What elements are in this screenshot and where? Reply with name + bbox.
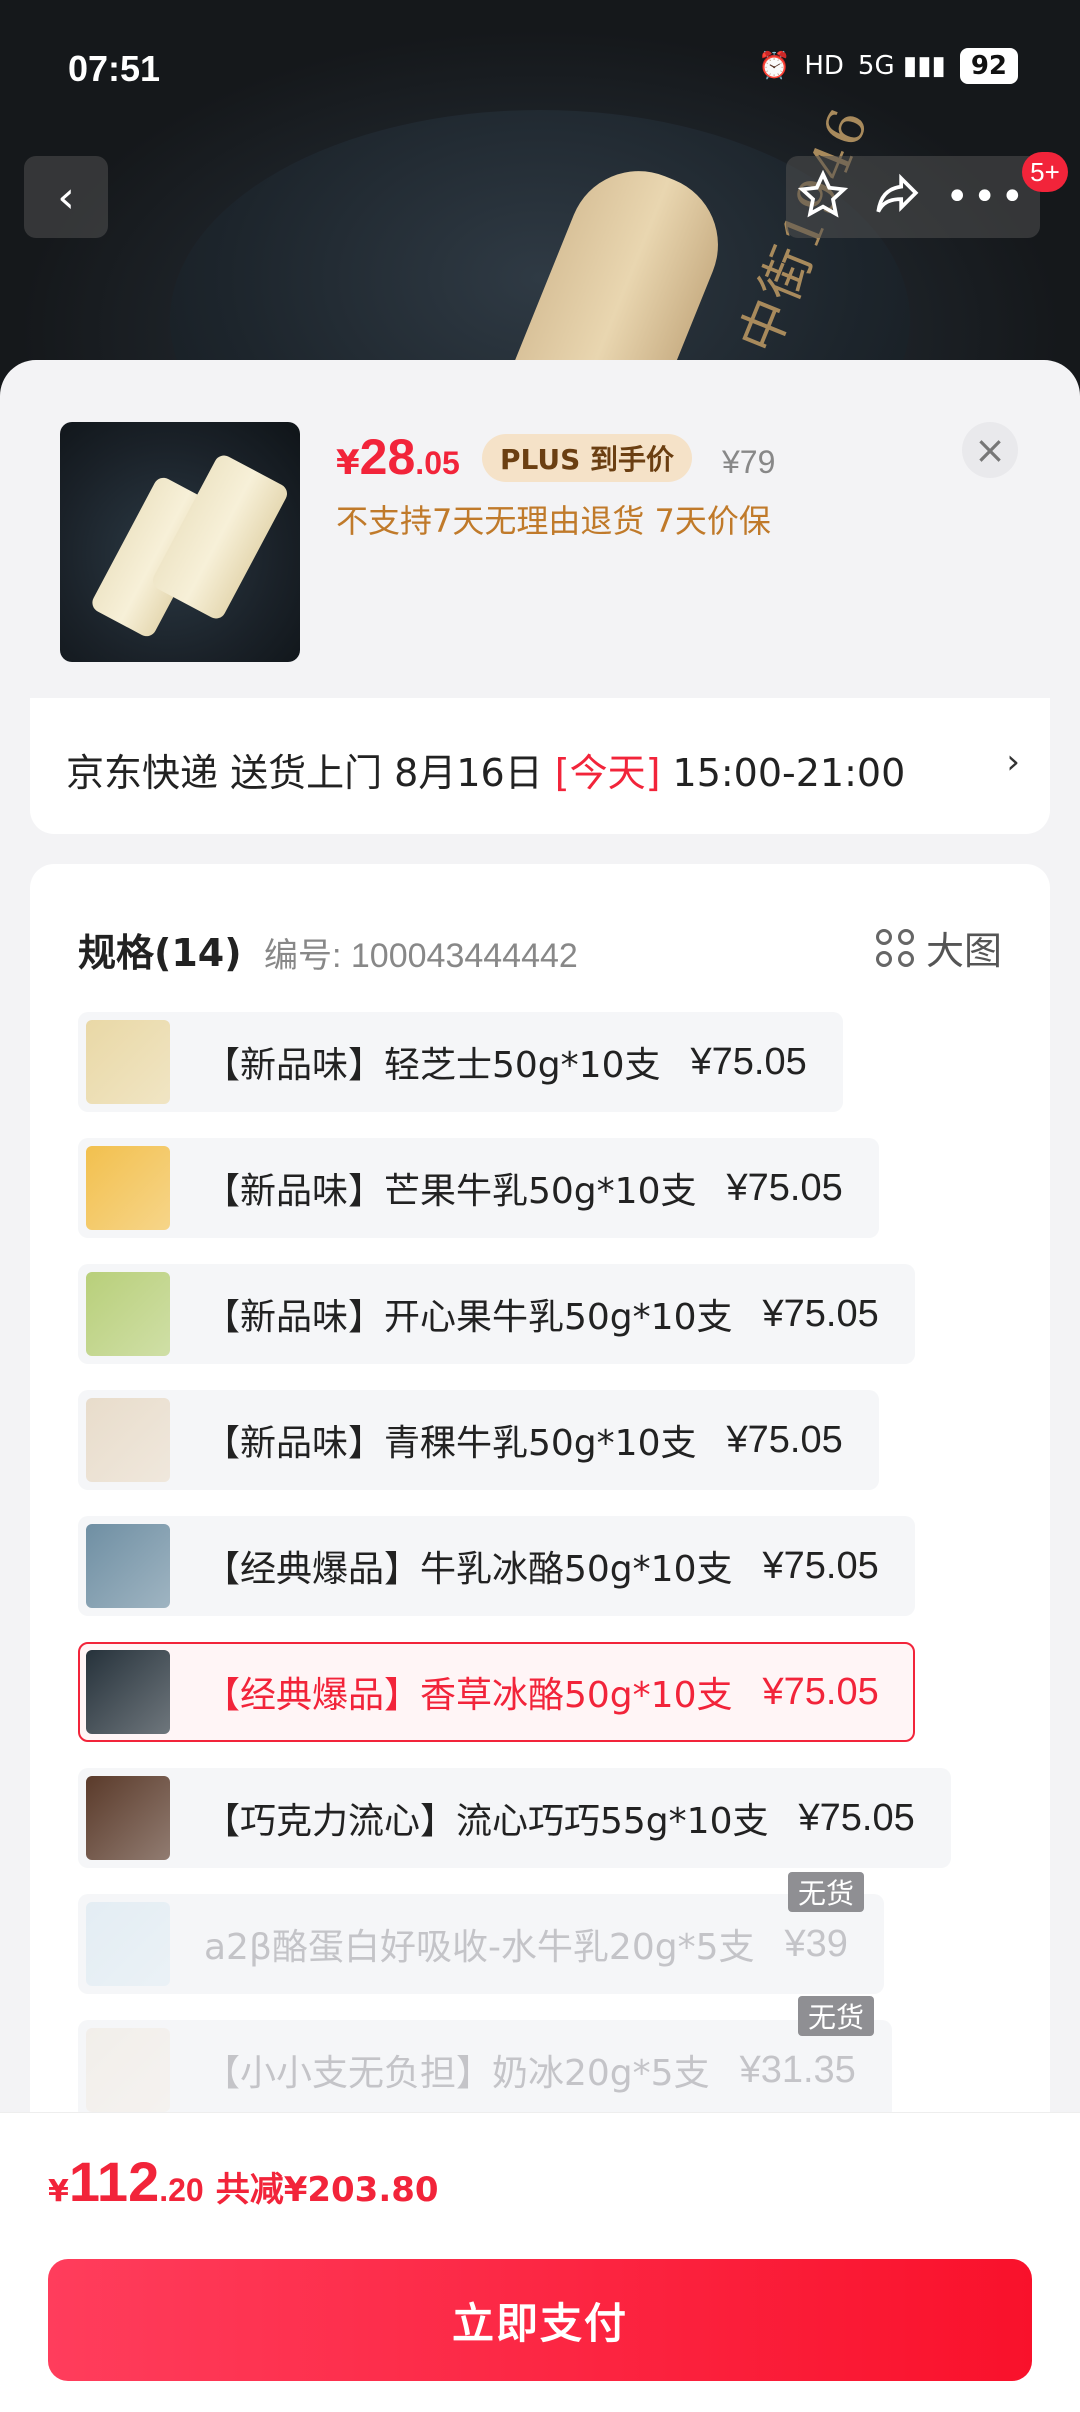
alarm-icon: ⏰ — [757, 51, 791, 81]
product-code: 编号: 100043444442 — [264, 937, 578, 975]
option-price: ¥75.05 — [798, 1796, 915, 1839]
out-of-stock-badge: 无货 — [798, 1996, 875, 2036]
option-price: ¥75.05 — [726, 1418, 843, 1461]
top-actions: ••• — [786, 156, 1040, 238]
option-price: ¥39 — [784, 1922, 848, 1965]
total-symbol: ¥ — [48, 2174, 69, 2209]
product-thumbnail[interactable] — [60, 422, 300, 662]
spec-option[interactable]: 【新品味】青稞牛乳50g*10支 ¥75.05 — [78, 1390, 879, 1490]
battery-icon: 92 — [959, 48, 1018, 84]
option-price: ¥75.05 — [762, 1544, 879, 1587]
option-thumbnail — [86, 1020, 170, 1104]
more-icon[interactable]: ••• — [945, 174, 1028, 220]
hd-icon: HD — [804, 51, 844, 81]
spec-option[interactable]: 【巧克力流心】流心巧巧55g*10支 ¥75.05 — [78, 1768, 951, 1868]
delivery-text: 京东快递 送货上门 8月16日 [今天] 15:00-21:00 — [66, 742, 905, 797]
spec-option-out-of-stock[interactable]: 【小小支无负担】奶冰20g*5支 ¥31.35 — [78, 2020, 892, 2116]
pay-now-button[interactable]: 立即支付 — [48, 2259, 1032, 2381]
spec-option-selected[interactable]: 【经典爆品】香草冰酪50g*10支 ¥75.05 — [78, 1642, 915, 1742]
option-thumbnail — [86, 1272, 170, 1356]
option-label: 【巧克力流心】流心巧巧55g*10支 — [204, 1801, 769, 1842]
star-icon[interactable] — [797, 169, 848, 224]
delivery-today: [今天] — [554, 751, 661, 795]
option-label: 【经典爆品】牛乳冰酪50g*10支 — [204, 1549, 733, 1590]
status-time: 07:51 — [68, 48, 161, 89]
option-thumbnail — [86, 1902, 170, 1986]
total-price: ¥ 112 .20 共减¥203.80 — [48, 2149, 439, 2214]
spec-option[interactable]: 【新品味】芒果牛乳50g*10支 ¥75.05 — [78, 1138, 879, 1238]
option-price: ¥31.35 — [739, 2048, 856, 2091]
option-thumbnail — [86, 1146, 170, 1230]
back-button[interactable]: ‹ — [24, 156, 108, 238]
spec-panel: 规格(14) 编号: 100043444442 大图 【新品味】轻芝士50g*1… — [30, 864, 1050, 2116]
option-thumbnail — [86, 1650, 170, 1734]
total-decimal: .20 — [159, 2172, 204, 2208]
checkout-footer: ¥ 112 .20 共减¥203.80 立即支付 — [0, 2112, 1080, 2412]
spec-option[interactable]: 【新品味】轻芝士50g*10支 ¥75.05 — [78, 1012, 843, 1112]
plus-price-badge: PLUS 到手价 — [482, 434, 693, 482]
signal-icon: 5G ▮▮▮ — [857, 51, 946, 81]
status-bar: 07:51 ⏰ HD 5G ▮▮▮ 92 — [0, 0, 1080, 130]
price-symbol: ¥ — [336, 443, 360, 483]
original-price: ¥79 — [722, 444, 776, 480]
product-price: ¥ 28 .05 — [336, 428, 460, 486]
option-thumbnail — [86, 1524, 170, 1608]
chevron-left-icon: ‹ — [57, 171, 75, 223]
option-label: 【新品味】芒果牛乳50g*10支 — [204, 1171, 697, 1212]
option-price: ¥75.05 — [690, 1040, 807, 1083]
big-image-toggle[interactable]: 大图 — [875, 920, 1002, 975]
total-integer: 112 — [68, 2150, 160, 2213]
option-label: 【新品味】轻芝士50g*10支 — [204, 1045, 661, 1086]
spec-option[interactable]: 【新品味】开心果牛乳50g*10支 ¥75.05 — [78, 1264, 915, 1364]
chevron-right-icon: › — [1006, 742, 1020, 782]
delivery-info[interactable]: 京东快递 送货上门 8月16日 [今天] 15:00-21:00 › — [30, 698, 1050, 834]
delivery-prefix: 京东快递 送货上门 8月16日 — [66, 751, 555, 795]
grid-icon — [875, 928, 914, 967]
option-thumbnail — [86, 1398, 170, 1482]
spec-option-out-of-stock[interactable]: a2β酪蛋白好吸收-水牛乳20g*5支 ¥39 — [78, 1894, 884, 1994]
big-image-label: 大图 — [925, 929, 1002, 973]
delivery-time: 15:00-21:00 — [660, 751, 906, 795]
price-decimal: .05 — [415, 445, 460, 481]
spec-title: 规格(14) — [78, 931, 242, 975]
option-label: 【经典爆品】香草冰酪50g*10支 — [204, 1675, 733, 1716]
option-label: a2β酪蛋白好吸收-水牛乳20g*5支 — [204, 1927, 755, 1968]
spec-option[interactable]: 【经典爆品】牛乳冰酪50g*10支 ¥75.05 — [78, 1516, 915, 1616]
status-icons: ⏰ HD 5G ▮▮▮ 92 — [758, 48, 1018, 84]
option-thumbnail — [86, 2028, 170, 2112]
return-policy-notice: 不支持7天无理由退货 7天价保 — [336, 502, 771, 540]
option-price: ¥75.05 — [762, 1292, 879, 1335]
share-icon[interactable] — [872, 170, 922, 224]
total-saving: 共减¥203.80 — [215, 2170, 439, 2210]
price-integer: 28 — [359, 429, 416, 485]
option-label: 【新品味】青稞牛乳50g*10支 — [204, 1423, 697, 1464]
option-label: 【小小支无负担】奶冰20g*5支 — [204, 2053, 710, 2094]
close-icon: × — [974, 428, 1006, 472]
option-label: 【新品味】开心果牛乳50g*10支 — [204, 1297, 733, 1338]
option-price: ¥75.05 — [762, 1670, 879, 1713]
out-of-stock-badge: 无货 — [788, 1872, 865, 1912]
close-button[interactable]: × — [962, 422, 1018, 478]
notification-badge: 5+ — [1022, 152, 1068, 192]
option-thumbnail — [86, 1776, 170, 1860]
option-price: ¥75.05 — [726, 1166, 843, 1209]
